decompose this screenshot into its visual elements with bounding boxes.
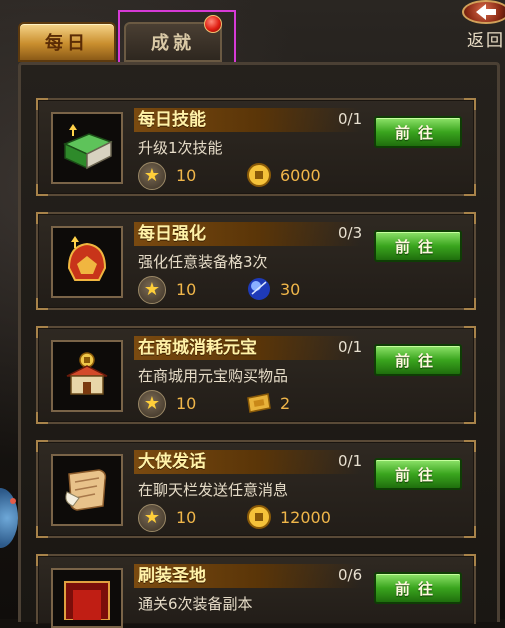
task-progress: 0/1 xyxy=(338,338,363,356)
go-button[interactable]: 前往 xyxy=(374,458,462,490)
task-card: 在商城消耗元宝 0/1 在商城用元宝购买物品 ★ 10 2 前往 xyxy=(36,326,476,424)
go-button[interactable]: 前往 xyxy=(374,572,462,604)
skill-book-icon xyxy=(51,112,123,184)
task-description: 在聊天栏发送任意消息 xyxy=(138,481,289,499)
go-button-label: 前往 xyxy=(394,579,441,598)
coin-icon xyxy=(247,505,271,529)
task-title: 每日技能 xyxy=(138,110,206,130)
helmet-icon xyxy=(51,226,123,298)
ticket-icon xyxy=(247,393,271,413)
task-progress: 0/3 xyxy=(338,224,363,242)
back-button[interactable]: 返回 xyxy=(456,0,505,51)
shop-icon xyxy=(51,340,123,412)
side-indicator-dot xyxy=(10,498,16,504)
task-card: 大侠发话 0/1 在聊天栏发送任意消息 ★ 10 12000 前往 xyxy=(36,440,476,538)
task-progress: 0/1 xyxy=(338,452,363,470)
star-icon: ★ xyxy=(138,276,166,304)
star-icon: ★ xyxy=(138,504,166,532)
task-card: 每日技能 0/1 升级1次技能 ★ 10 6000 前往 xyxy=(36,98,476,196)
reward-value: 6000 xyxy=(280,166,321,185)
star-icon: ★ xyxy=(138,390,166,418)
task-card: 刷装圣地 0/6 通关6次装备副本 前往 xyxy=(36,554,476,628)
reward-value: 30 xyxy=(280,280,301,299)
go-button-label: 前往 xyxy=(394,465,441,484)
star-reward-value: 10 xyxy=(176,280,197,299)
tab-daily-label: 每日 xyxy=(45,33,89,54)
task-card: 每日强化 0/3 强化任意装备格3次 ★ 10 30 前往 xyxy=(36,212,476,310)
reward-value: 12000 xyxy=(280,508,331,527)
star-reward-value: 10 xyxy=(176,166,197,185)
coin-icon xyxy=(247,163,271,187)
go-button-label: 前往 xyxy=(394,123,441,142)
gate-icon xyxy=(51,568,123,628)
task-description: 通关6次装备副本 xyxy=(138,595,253,613)
tab-daily[interactable]: 每日 xyxy=(18,22,116,62)
task-progress: 0/6 xyxy=(338,566,363,584)
task-title: 每日强化 xyxy=(138,224,206,244)
task-description: 强化任意装备格3次 xyxy=(138,253,268,271)
go-button[interactable]: 前往 xyxy=(374,116,462,148)
task-title: 刷装圣地 xyxy=(138,566,206,586)
blue-gem-icon xyxy=(248,278,270,300)
task-title: 大侠发话 xyxy=(138,452,206,472)
task-description: 升级1次技能 xyxy=(138,139,223,157)
star-icon: ★ xyxy=(138,162,166,190)
go-button-label: 前往 xyxy=(394,237,441,256)
reward-value: 2 xyxy=(280,394,291,413)
task-progress: 0/1 xyxy=(338,110,363,128)
star-reward-value: 10 xyxy=(176,508,197,527)
star-reward-value: 10 xyxy=(176,394,197,413)
go-button-label: 前往 xyxy=(394,351,441,370)
back-label: 返回 xyxy=(467,31,505,51)
scroll-icon xyxy=(51,454,123,526)
task-description: 在商城用元宝购买物品 xyxy=(138,367,289,385)
go-button[interactable]: 前往 xyxy=(374,230,462,262)
task-title: 在商城消耗元宝 xyxy=(138,338,257,358)
go-button[interactable]: 前往 xyxy=(374,344,462,376)
back-arrow-icon xyxy=(462,0,505,24)
